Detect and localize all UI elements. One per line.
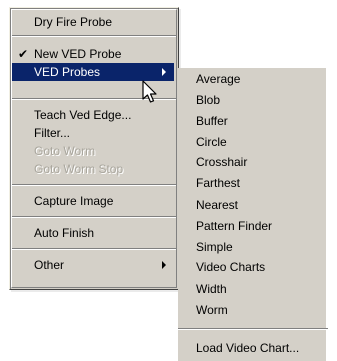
menu-item-label: Capture Image	[34, 194, 114, 208]
menu-separator	[12, 184, 176, 186]
menu-item-other[interactable]: Other	[12, 256, 174, 274]
mouse-pointer-icon	[142, 80, 157, 103]
menu-item-filter[interactable]: Filter...	[12, 124, 174, 142]
menu-item-label: VED Probes	[34, 65, 101, 79]
menu-item-goto-worm-stop: Goto Worm Stop	[12, 160, 174, 178]
submenu-item-pattern-finder[interactable]: Pattern Finder	[196, 216, 272, 236]
submenu-item-video-charts[interactable]: Video Charts	[196, 257, 265, 277]
menu-item-dry-fire-probe[interactable]: Dry Fire Probe	[12, 13, 174, 31]
menu-separator	[12, 35, 176, 37]
submenu-item-buffer[interactable]: Buffer	[196, 111, 228, 131]
submenu-item-worm[interactable]: Worm	[196, 300, 228, 320]
submenu-item-simple[interactable]: Simple	[196, 237, 233, 257]
menu-item-label: Filter...	[34, 126, 71, 140]
submenu-separator	[178, 328, 328, 330]
menu-item-label: Auto Finish	[34, 226, 95, 240]
submenu-arrow-icon	[162, 68, 166, 76]
check-mark-icon: ✔	[17, 47, 29, 61]
menu-item-auto-finish[interactable]: Auto Finish	[12, 224, 174, 242]
submenu-item-blob[interactable]: Blob	[196, 90, 220, 110]
submenu-item-circle[interactable]: Circle	[196, 132, 227, 152]
submenu-arrow-icon	[162, 261, 166, 269]
menu-item-label: Other	[34, 258, 65, 272]
menu-item-label: Dry Fire Probe	[34, 15, 113, 29]
menu-item-label: Teach Ved Edge...	[34, 108, 132, 122]
menu-item-goto-worm: Goto Worm	[12, 142, 174, 160]
menu-item-new-ved-probe[interactable]: ✔ New VED Probe	[12, 45, 174, 63]
submenu-item-farthest[interactable]: Farthest	[196, 173, 240, 193]
submenu-item-width[interactable]: Width	[196, 279, 227, 299]
menu-separator	[12, 216, 176, 218]
menu-item-label: Goto Worm	[34, 144, 96, 158]
menu-separator	[12, 248, 176, 250]
submenu-item-nearest[interactable]: Nearest	[196, 195, 238, 215]
menu-item-ved-probes[interactable]: VED Probes	[12, 63, 174, 81]
menu-item-label: New VED Probe	[34, 47, 122, 61]
submenu-item-load-video-chart[interactable]: Load Video Chart...	[196, 338, 299, 358]
ved-probes-submenu: Average Blob Buffer Circle Crosshair Far…	[178, 68, 328, 361]
menu-item-capture-image[interactable]: Capture Image	[12, 192, 174, 210]
menu-item-teach-ved-edge[interactable]: Teach Ved Edge...	[12, 106, 174, 124]
menu-item-label: Goto Worm Stop	[34, 162, 124, 176]
submenu-item-average[interactable]: Average	[196, 69, 240, 89]
submenu-item-crosshair[interactable]: Crosshair	[196, 152, 247, 172]
context-menu: Dry Fire Probe ✔ New VED Probe VED Probe…	[9, 7, 179, 290]
